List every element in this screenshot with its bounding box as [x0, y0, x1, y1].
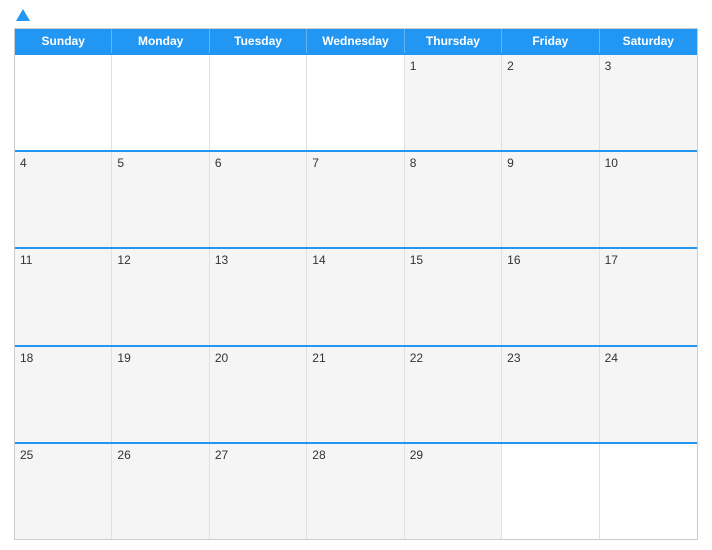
calendar-cell: 8	[405, 152, 502, 247]
calendar-cell: 27	[210, 444, 307, 539]
calendar-cell: 9	[502, 152, 599, 247]
day-number: 19	[117, 351, 130, 365]
calendar-cell: 17	[600, 249, 697, 344]
calendar-cell: 24	[600, 347, 697, 442]
calendar-cell	[600, 444, 697, 539]
calendar-cell: 22	[405, 347, 502, 442]
calendar-week-3: 11 12 13 14 15 16 17	[15, 247, 697, 344]
day-number: 2	[507, 59, 514, 73]
day-number: 21	[312, 351, 325, 365]
day-number: 28	[312, 448, 325, 462]
calendar-cell: 10	[600, 152, 697, 247]
calendar-cell: 2	[502, 55, 599, 150]
day-number: 23	[507, 351, 520, 365]
calendar-cell	[210, 55, 307, 150]
day-number: 3	[605, 59, 612, 73]
calendar-cell: 16	[502, 249, 599, 344]
calendar-cell: 28	[307, 444, 404, 539]
day-number: 1	[410, 59, 417, 73]
day-number: 12	[117, 253, 130, 267]
calendar-page: SundayMondayTuesdayWednesdayThursdayFrid…	[0, 0, 712, 550]
calendar-cell: 11	[15, 249, 112, 344]
calendar-cell: 15	[405, 249, 502, 344]
day-number: 15	[410, 253, 423, 267]
day-number: 8	[410, 156, 417, 170]
calendar-cell: 19	[112, 347, 209, 442]
day-number: 5	[117, 156, 124, 170]
day-number: 27	[215, 448, 228, 462]
calendar-week-1: 1 2 3	[15, 53, 697, 150]
calendar-cell: 6	[210, 152, 307, 247]
calendar-cell: 26	[112, 444, 209, 539]
weekday-header-tuesday: Tuesday	[210, 29, 307, 53]
day-number: 25	[20, 448, 33, 462]
calendar-cell: 20	[210, 347, 307, 442]
calendar-cell: 18	[15, 347, 112, 442]
calendar-cell: 23	[502, 347, 599, 442]
calendar-grid: SundayMondayTuesdayWednesdayThursdayFrid…	[14, 28, 698, 540]
day-number: 22	[410, 351, 423, 365]
day-number: 29	[410, 448, 423, 462]
calendar-cell	[15, 55, 112, 150]
day-number: 14	[312, 253, 325, 267]
calendar-cell	[502, 444, 599, 539]
calendar-cell: 4	[15, 152, 112, 247]
day-number: 11	[20, 253, 32, 267]
day-number: 4	[20, 156, 27, 170]
weekday-header-wednesday: Wednesday	[307, 29, 404, 53]
calendar-body: 1234567891011121314151617181920212223242…	[15, 53, 697, 539]
calendar-week-4: 18 19 20 21 22 23 24	[15, 345, 697, 442]
calendar-cell: 14	[307, 249, 404, 344]
weekday-header-sunday: Sunday	[15, 29, 112, 53]
calendar-cell: 5	[112, 152, 209, 247]
header	[14, 10, 698, 22]
logo-triangle-icon	[16, 9, 30, 21]
day-number: 26	[117, 448, 130, 462]
calendar-cell	[307, 55, 404, 150]
logo	[14, 10, 30, 22]
day-number: 20	[215, 351, 228, 365]
day-number: 17	[605, 253, 618, 267]
calendar-week-2: 4 5 6 7 8 9 10	[15, 150, 697, 247]
calendar-cell: 21	[307, 347, 404, 442]
day-number: 18	[20, 351, 33, 365]
calendar-cell: 12	[112, 249, 209, 344]
weekday-header-thursday: Thursday	[405, 29, 502, 53]
day-number: 10	[605, 156, 618, 170]
calendar-cell	[112, 55, 209, 150]
calendar-week-5: 25 26 27 28 29	[15, 442, 697, 539]
day-number: 7	[312, 156, 319, 170]
calendar-header: SundayMondayTuesdayWednesdayThursdayFrid…	[15, 29, 697, 53]
day-number: 13	[215, 253, 228, 267]
calendar-cell: 29	[405, 444, 502, 539]
weekday-header-friday: Friday	[502, 29, 599, 53]
calendar-cell: 25	[15, 444, 112, 539]
weekday-header-monday: Monday	[112, 29, 209, 53]
calendar-cell: 7	[307, 152, 404, 247]
day-number: 6	[215, 156, 222, 170]
day-number: 24	[605, 351, 618, 365]
calendar-cell: 13	[210, 249, 307, 344]
day-number: 9	[507, 156, 514, 170]
day-number: 16	[507, 253, 520, 267]
calendar-cell: 3	[600, 55, 697, 150]
weekday-header-saturday: Saturday	[600, 29, 697, 53]
calendar-cell: 1	[405, 55, 502, 150]
